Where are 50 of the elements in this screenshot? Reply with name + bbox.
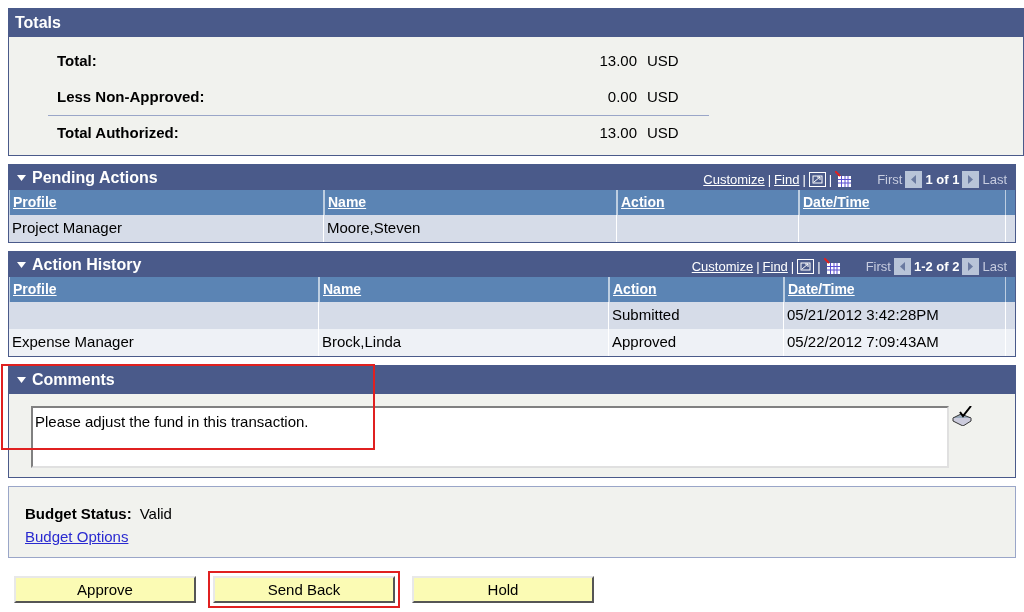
page-count: 1 of 1 — [925, 170, 960, 189]
first-label: First — [877, 170, 903, 189]
currency-text: USD — [647, 123, 679, 144]
table-cell-text: Submitted — [612, 305, 680, 326]
budget-status-label: Budget Status: — [25, 504, 132, 524]
last-label: Last — [982, 170, 1007, 189]
table-cell-text: Expense Manager — [12, 332, 134, 353]
budget-options-link[interactable]: Budget Options — [25, 527, 129, 545]
table-cell-text: Moore,Steven — [327, 218, 421, 239]
separator-text: | — [790, 257, 795, 276]
collapse-triangle-icon[interactable] — [17, 261, 26, 268]
grid-download-icon[interactable] — [835, 171, 853, 188]
table-cell-text: 05/21/2012 3:42:28PM — [787, 305, 939, 326]
total-label: Total Authorized: — [57, 123, 180, 144]
grid-link[interactable]: Customize — [703, 169, 765, 190]
grid-download-icon[interactable] — [823, 258, 841, 275]
amount-text: 0.00 — [606, 86, 637, 107]
separator-text: | — [767, 170, 772, 189]
action-button[interactable]: Send Back — [208, 571, 400, 608]
grid-title: Action History — [32, 254, 142, 275]
amount-text: 13.00 — [598, 123, 637, 144]
currency-text: USD — [647, 86, 679, 107]
comment-field[interactable]: Please adjust the fund in this transaction. — [31, 406, 949, 468]
separator-text: | — [828, 170, 833, 189]
last-label: Last — [982, 257, 1007, 276]
table-cell-text: Brock,Linda — [322, 332, 402, 353]
table-cell-text: Approved — [612, 332, 677, 353]
panel-title: Comments — [32, 370, 115, 390]
grid-title: Pending Actions — [32, 167, 158, 188]
new-window-icon[interactable] — [808, 172, 826, 187]
collapse-triangle-icon[interactable] — [17, 174, 26, 181]
separator-text: | — [802, 170, 806, 189]
grid-link[interactable]: Find — [774, 169, 800, 190]
page-count: 1-2 of 2 — [913, 257, 960, 276]
grid-link[interactable]: Customize — [691, 256, 754, 277]
panel-title: Totals — [15, 13, 61, 33]
amount-text: 13.00 — [598, 50, 637, 71]
spell-check-icon[interactable] — [951, 406, 973, 426]
new-window-icon[interactable] — [797, 259, 815, 274]
grid-link[interactable]: Find — [762, 256, 788, 277]
currency-text: USD — [647, 50, 679, 71]
table-cell-text: Project Manager — [12, 218, 123, 239]
total-label: Less Non-Approved: — [57, 86, 206, 107]
separator-text: | — [756, 257, 760, 276]
budget-status-value: Valid — [139, 504, 172, 524]
total-label: Total: — [57, 50, 98, 71]
collapse-triangle-icon[interactable] — [17, 377, 26, 383]
table-cell-text: 05/22/2012 7:09:43AM — [787, 332, 939, 353]
first-label: First — [865, 257, 891, 276]
separator-text: | — [817, 257, 821, 276]
